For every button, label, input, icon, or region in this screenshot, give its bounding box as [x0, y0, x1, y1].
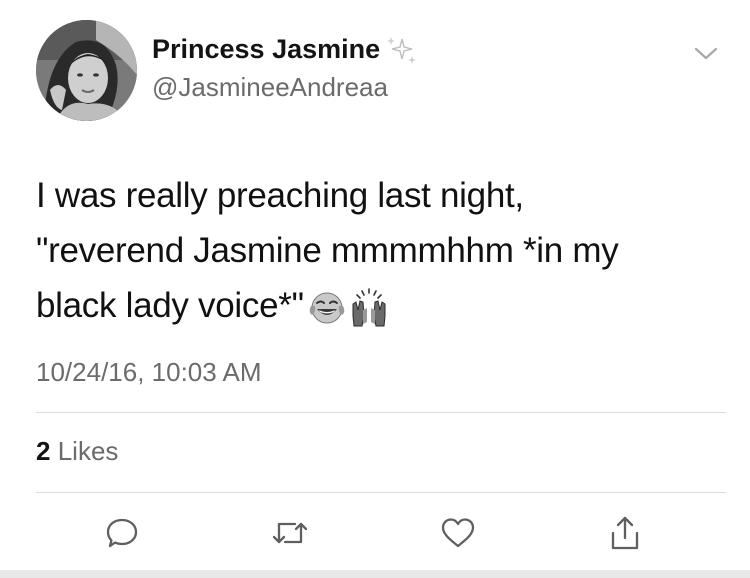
- divider: [36, 412, 726, 413]
- tweet-line-with-emoji: black lady voice*": [36, 278, 726, 333]
- user-handle[interactable]: @JasmineeAndreaa: [152, 72, 388, 103]
- share-button[interactable]: [605, 513, 645, 553]
- tears-of-joy-emoji: [309, 292, 345, 324]
- reply-button[interactable]: [102, 513, 142, 553]
- chevron-down-icon[interactable]: [692, 44, 720, 64]
- sparkles-icon: [387, 36, 417, 64]
- divider: [36, 492, 726, 493]
- tweet-line: "reverend Jasmine mmmmhhm *in my: [36, 231, 619, 270]
- display-name[interactable]: Princess Jasmine: [152, 34, 418, 65]
- avatar[interactable]: [36, 20, 137, 121]
- display-name-text: Princess Jasmine: [152, 34, 381, 64]
- reply-icon: [106, 518, 138, 548]
- tweet-line: I was really preaching last night,: [36, 176, 524, 215]
- likes-count: 2: [36, 436, 51, 466]
- likes-label: Likes: [57, 436, 119, 466]
- like-button[interactable]: [438, 513, 478, 553]
- profile-photo: [36, 20, 137, 121]
- bottom-separator: [0, 570, 750, 578]
- raised-hands-emoji: [352, 287, 386, 327]
- likes-stat[interactable]: 2 Likes: [36, 436, 118, 467]
- tweet-line: black lady voice*": [36, 286, 304, 325]
- heart-icon: [441, 518, 475, 548]
- tweet-text: I was really preaching last night, "reve…: [36, 168, 726, 333]
- retweet-icon: [272, 522, 308, 544]
- retweet-button[interactable]: [270, 513, 310, 553]
- share-icon: [611, 516, 639, 550]
- tweet-timestamp: 10/24/16, 10:03 AM: [36, 357, 262, 387]
